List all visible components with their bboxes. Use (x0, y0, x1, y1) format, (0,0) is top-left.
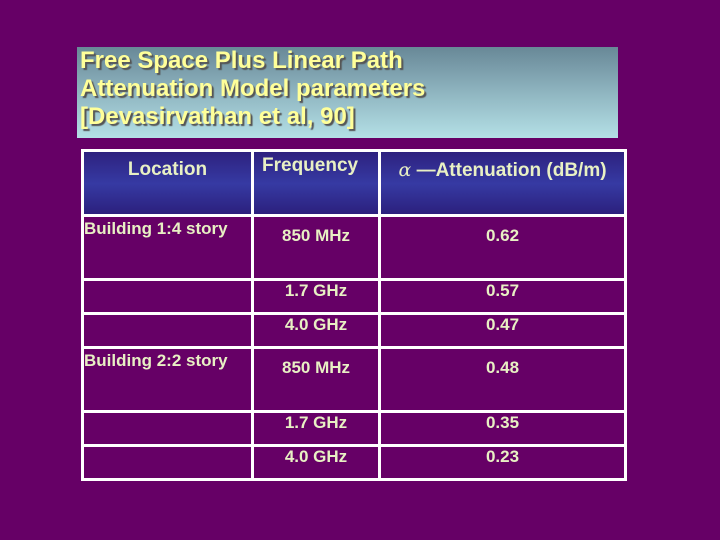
cell-location (81, 444, 254, 481)
cell-frequency: 4.0 GHz (251, 312, 381, 349)
cell-attenuation: 0.48 (378, 346, 627, 413)
cell-frequency: 1.7 GHz (251, 278, 381, 315)
table-row: Building 1:4 story 850 MHz 0.62 (81, 214, 627, 281)
cell-location: Building 2:2 story (81, 346, 254, 413)
header-location: Location (81, 149, 254, 217)
slide-title: Free Space Plus Linear Path Attenuation … (80, 47, 426, 130)
header-attenuation-label: —Attenuation (dB/m) (416, 160, 607, 181)
cell-attenuation: 0.57 (378, 278, 627, 315)
cell-location (81, 410, 254, 447)
attenuation-parameters-table: Location Frequency α —Attenuation (dB/m)… (81, 149, 627, 481)
alpha-symbol: α (398, 159, 412, 181)
slide-title-box: Free Space Plus Linear Path Attenuation … (77, 47, 618, 138)
header-frequency: Frequency (251, 149, 381, 217)
cell-frequency: 4.0 GHz (251, 444, 381, 481)
cell-attenuation: 0.35 (378, 410, 627, 447)
cell-frequency: 850 MHz (251, 214, 381, 281)
table-row: 4.0 GHz 0.47 (81, 312, 627, 349)
cell-attenuation: 0.23 (378, 444, 627, 481)
cell-attenuation: 0.47 (378, 312, 627, 349)
cell-frequency: 1.7 GHz (251, 410, 381, 447)
cell-frequency: 850 MHz (251, 346, 381, 413)
cell-location (81, 278, 254, 315)
cell-location: Building 1:4 story (81, 214, 254, 281)
header-attenuation: α —Attenuation (dB/m) (378, 149, 627, 217)
table-row: Building 2:2 story 850 MHz 0.48 (81, 346, 627, 413)
table-header-row: Location Frequency α —Attenuation (dB/m) (81, 149, 627, 217)
table-row: 1.7 GHz 0.57 (81, 278, 627, 315)
table-row: 1.7 GHz 0.35 (81, 410, 627, 447)
cell-attenuation: 0.62 (378, 214, 627, 281)
cell-location (81, 312, 254, 349)
table-row: 4.0 GHz 0.23 (81, 444, 627, 481)
